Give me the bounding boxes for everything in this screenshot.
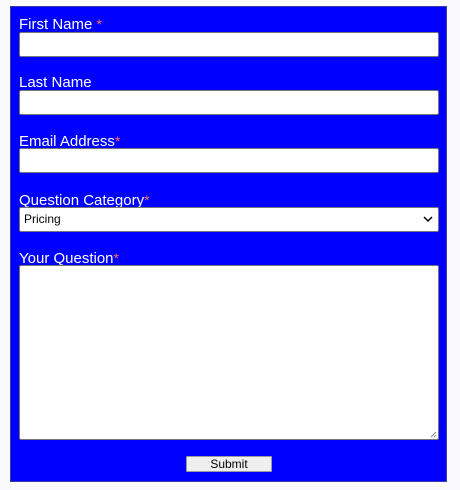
last-name-input[interactable] <box>19 90 439 115</box>
question-form: First Name * Last Name Email Address* Qu… <box>10 6 447 482</box>
chevron-down-icon <box>423 216 433 223</box>
resize-handle-icon[interactable] <box>430 431 437 438</box>
required-marker: * <box>114 133 121 149</box>
last-name-label-text: Last Name <box>19 74 92 91</box>
first-name-input[interactable] <box>19 32 439 57</box>
first-name-label-text: First Name <box>19 16 97 33</box>
required-marker: * <box>96 16 102 32</box>
category-select[interactable]: Pricing <box>19 207 439 232</box>
required-marker: * <box>113 250 119 266</box>
question-textarea[interactable] <box>19 265 439 440</box>
submit-button[interactable]: Submit <box>186 456 272 472</box>
email-input[interactable] <box>19 148 439 173</box>
required-marker: * <box>144 192 150 208</box>
category-selected-value: Pricing <box>24 212 61 226</box>
